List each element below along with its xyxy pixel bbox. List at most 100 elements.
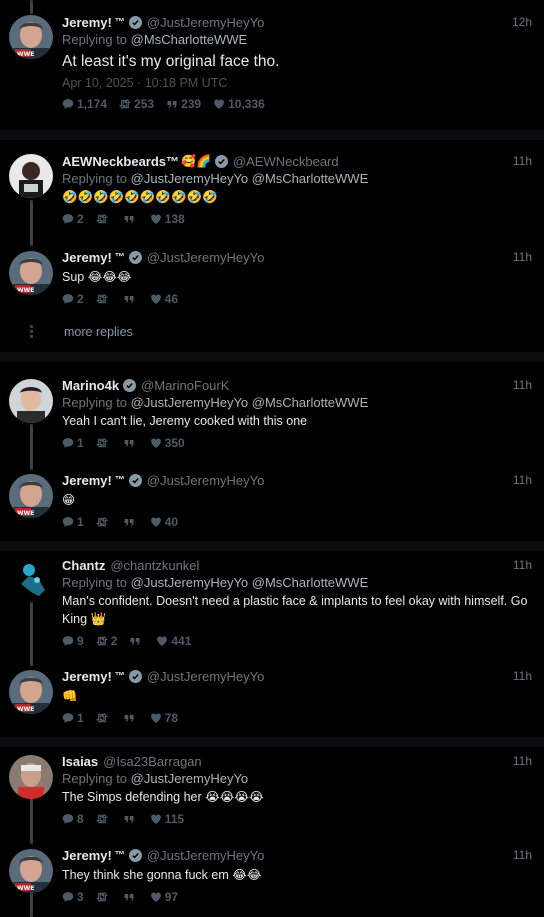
timestamp[interactable]: 12h <box>512 15 534 29</box>
reply-mentions[interactable]: @JustJeremyHeyYo @MsCharlotteWWE <box>131 171 369 186</box>
retweet-button[interactable] <box>96 293 111 305</box>
quote-button[interactable] <box>123 712 138 724</box>
avatar[interactable] <box>9 670 53 714</box>
more-replies-link[interactable]: more replies <box>64 325 133 339</box>
reply-button[interactable]: 1 <box>62 711 84 725</box>
verified-badge-icon <box>214 154 228 168</box>
author-name[interactable]: Isaias <box>62 754 98 769</box>
retweet-button[interactable] <box>96 891 111 903</box>
reply-button[interactable]: 1,174 <box>62 97 107 111</box>
reply-mentions[interactable]: @MsCharlotteWWE <box>131 32 248 47</box>
quote-button[interactable] <box>123 813 138 825</box>
reply-count: 2 <box>77 292 84 306</box>
retweet-button[interactable]: 2 <box>96 634 117 648</box>
quote-button[interactable] <box>123 891 138 903</box>
like-count: 40 <box>164 515 179 529</box>
author-handle[interactable]: @chantzkunkel <box>110 558 199 573</box>
trademark-symbol: ™ <box>114 849 125 861</box>
author-handle[interactable]: @JustJeremyHeyYo <box>147 848 264 863</box>
retweet-button[interactable] <box>96 516 111 528</box>
author-name[interactable]: Jeremy! <box>62 848 112 863</box>
avatar[interactable] <box>9 558 53 602</box>
avatar[interactable] <box>9 15 53 59</box>
reply-button[interactable]: 8 <box>62 812 84 826</box>
quote-button[interactable]: 239 <box>166 97 201 111</box>
reply-button[interactable]: 1 <box>62 436 84 450</box>
author-name[interactable]: Jeremy! <box>62 250 112 265</box>
timestamp[interactable]: 11h <box>513 154 534 168</box>
like-button[interactable]: 10,336 <box>213 97 265 111</box>
like-count: 10,336 <box>228 97 265 111</box>
author-handle[interactable]: @JustJeremyHeyYo <box>147 15 264 30</box>
reply-mentions[interactable]: @JustJeremyHeyYo @MsCharlotteWWE <box>131 575 369 590</box>
quote-button[interactable] <box>123 437 138 449</box>
heart-icon <box>150 813 162 825</box>
like-button[interactable]: 78 <box>150 711 178 725</box>
quote-icon <box>123 293 135 305</box>
timestamp[interactable]: 11h <box>513 378 534 392</box>
author-name[interactable]: Marino4k <box>62 378 119 393</box>
author-name[interactable]: Jeremy! <box>62 473 112 488</box>
avatar[interactable] <box>9 755 53 799</box>
avatar[interactable] <box>9 474 53 518</box>
like-count: 350 <box>164 436 185 450</box>
quote-button[interactable] <box>129 635 144 647</box>
timestamp[interactable]: 11h <box>513 473 534 487</box>
quote-button[interactable] <box>123 516 138 528</box>
retweet-button[interactable]: 253 <box>119 97 154 111</box>
retweet-icon <box>96 516 108 528</box>
reply-button[interactable]: 2 <box>62 292 84 306</box>
timestamp[interactable]: 11h <box>513 669 534 683</box>
like-button[interactable]: 115 <box>150 812 184 826</box>
thread-divider <box>0 130 544 140</box>
reply-mentions[interactable]: @JustJeremyHeyYo <box>131 771 248 786</box>
like-button[interactable]: 46 <box>150 292 178 306</box>
reply-count: 1 <box>77 515 84 529</box>
tweet-text: Yeah I can't lie, Jeremy cooked with thi… <box>62 414 308 428</box>
avatar[interactable] <box>9 849 53 893</box>
author-handle[interactable]: @Isa23Barragan <box>103 754 201 769</box>
author-handle[interactable]: @JustJeremyHeyYo <box>147 250 264 265</box>
retweet-button[interactable] <box>96 712 111 724</box>
reply-button[interactable]: 1 <box>62 515 84 529</box>
reply-count: 9 <box>77 634 84 648</box>
timestamp[interactable]: 11h <box>513 250 534 264</box>
avatar[interactable] <box>9 379 53 423</box>
tweet-date[interactable]: Apr 10, 2025 · 10:18 PM UTC <box>62 76 534 90</box>
timestamp[interactable]: 11h <box>513 558 534 572</box>
retweet-button[interactable] <box>96 437 111 449</box>
timestamp[interactable]: 11h <box>513 848 534 862</box>
like-button[interactable]: 138 <box>150 212 185 226</box>
like-button[interactable]: 441 <box>156 634 191 648</box>
author-name[interactable]: AEWNeckbeards™ <box>62 154 179 169</box>
trademark-symbol: ™ <box>114 670 125 682</box>
quote-button[interactable] <box>123 213 138 225</box>
like-count: 115 <box>164 812 185 826</box>
retweet-button[interactable] <box>96 213 111 225</box>
reply-button[interactable]: 2 <box>62 212 84 226</box>
thread-line <box>30 798 33 844</box>
retweet-button[interactable] <box>96 813 111 825</box>
reply-button[interactable]: 9 <box>62 634 84 648</box>
author-name[interactable]: Jeremy! <box>62 15 112 30</box>
author-handle[interactable]: @AEWNeckbeard <box>233 154 339 169</box>
like-button[interactable]: 40 <box>150 515 178 529</box>
author-handle[interactable]: @MarinoFourK <box>141 378 229 393</box>
verified-badge-icon <box>128 848 142 862</box>
trademark-symbol: ™ <box>114 251 125 263</box>
like-button[interactable]: 97 <box>150 890 178 904</box>
author-name[interactable]: Jeremy! <box>62 669 112 684</box>
reply-mentions[interactable]: @JustJeremyHeyYo @MsCharlotteWWE <box>131 395 369 410</box>
reply-button[interactable]: 3 <box>62 890 84 904</box>
quote-count: 239 <box>181 97 202 111</box>
avatar[interactable] <box>9 154 53 198</box>
replying-to: Replying to @JustJeremyHeyYo @MsCharlott… <box>62 171 534 186</box>
avatar[interactable] <box>9 251 53 295</box>
author-handle[interactable]: @JustJeremyHeyYo <box>147 669 264 684</box>
author-handle[interactable]: @JustJeremyHeyYo <box>147 473 264 488</box>
quote-button[interactable] <box>123 293 138 305</box>
like-button[interactable]: 350 <box>150 436 185 450</box>
author-name[interactable]: Chantz <box>62 558 105 573</box>
thread-line <box>30 424 33 470</box>
timestamp[interactable]: 11h <box>513 754 534 768</box>
